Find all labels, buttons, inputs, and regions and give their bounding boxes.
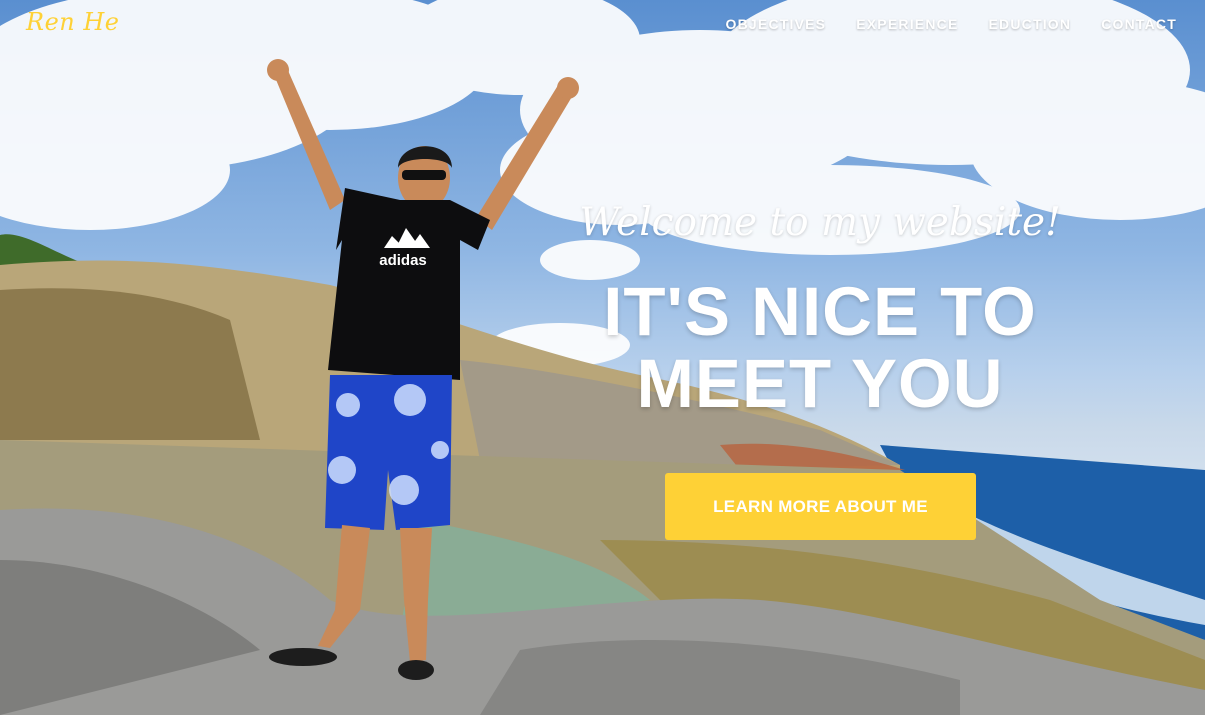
intro-lead-in: Welcome to my website!	[579, 200, 1061, 245]
intro-heading-line-2: MEET YOU	[636, 345, 1004, 422]
learn-more-button[interactable]: LEARN MORE ABOUT ME	[665, 473, 976, 540]
intro-heading-line-1: IT'S NICE TO	[603, 273, 1037, 350]
main-nav: OBJECTIVES EXPERIENCE EDUCTION CONTACT	[726, 16, 1177, 32]
nav-experience-link[interactable]: EXPERIENCE	[856, 16, 958, 32]
shirt-logo-text: adidas	[379, 252, 427, 269]
sunglasses-icon	[402, 170, 446, 180]
hero-header: adidas Ren He OBJECTIVES EXPERIENCE EDUC…	[0, 0, 1205, 715]
nav-contact-link[interactable]: CONTACT	[1101, 16, 1177, 32]
intro-heading: IT'S NICE TO MEET YOU	[520, 276, 1120, 420]
nav-education-link[interactable]: EDUCTION	[988, 16, 1071, 32]
brand-logo[interactable]: Ren He	[26, 8, 120, 36]
nav-objectives-link[interactable]: OBJECTIVES	[726, 16, 827, 32]
